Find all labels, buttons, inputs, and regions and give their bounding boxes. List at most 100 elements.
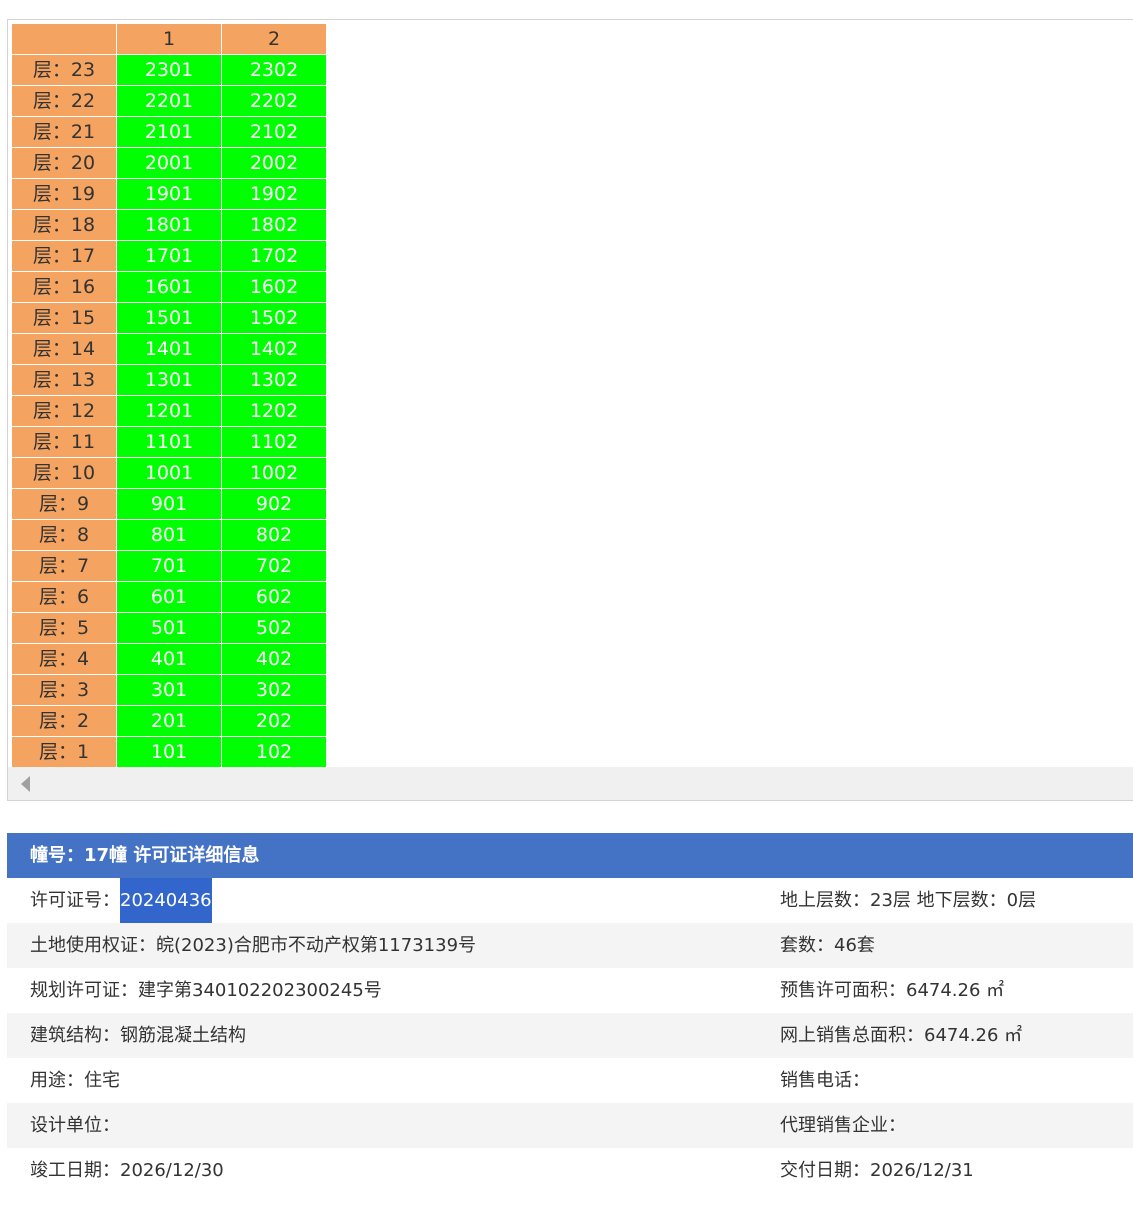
unit-cell[interactable]: 2301 (116, 54, 222, 86)
grid-corner-header (11, 23, 117, 55)
unit-cell[interactable]: 801 (116, 519, 222, 551)
permit-value: 20240436 (120, 878, 212, 923)
unit-cell[interactable]: 502 (221, 612, 327, 644)
floor-label: 层：10 (11, 457, 117, 489)
unit-cell[interactable]: 1502 (221, 302, 327, 334)
unit-cell[interactable]: 702 (221, 550, 327, 582)
floor-label: 层：12 (11, 395, 117, 427)
unit-cell[interactable]: 1001 (116, 457, 222, 489)
unit-cell[interactable]: 1901 (116, 178, 222, 210)
unit-cell[interactable]: 602 (221, 581, 327, 613)
unit-cell[interactable]: 1802 (221, 209, 327, 241)
online-sales-area: 网上销售总面积：6474.26 ㎡ (780, 1025, 1023, 1046)
unit-cell[interactable]: 701 (116, 550, 222, 582)
planning-permit: 规划许可证：建字第340102202300245号 (30, 980, 382, 1001)
floor-row: 层：11 1101 1102 (11, 426, 327, 458)
floor-row: 层：17 1701 1702 (11, 240, 327, 272)
floor-label: 层：19 (11, 178, 117, 210)
unit-cell[interactable]: 802 (221, 519, 327, 551)
floor-row: 层：22 2201 2202 (11, 85, 327, 117)
unit-cell[interactable]: 1102 (221, 426, 327, 458)
unit-cell[interactable]: 1101 (116, 426, 222, 458)
floor-row: 层：3 301 302 (11, 674, 327, 706)
unit-cell[interactable]: 1601 (116, 271, 222, 303)
unit-cell[interactable]: 402 (221, 643, 327, 675)
floor-label: 层：11 (11, 426, 117, 458)
unit-cell[interactable]: 901 (116, 488, 222, 520)
unit-cell[interactable]: 1801 (116, 209, 222, 241)
floor-label: 层：1 (11, 736, 117, 768)
unit-cell[interactable]: 401 (116, 643, 222, 675)
unit-cell[interactable]: 1902 (221, 178, 327, 210)
floor-label: 层：16 (11, 271, 117, 303)
unit-cell[interactable]: 1401 (116, 333, 222, 365)
info-row-permit: 许可证号：20240436 地上层数：23层 地下层数：0层 (7, 878, 1133, 923)
unit-cell[interactable]: 2101 (116, 116, 222, 148)
info-row-usage: 用途：住宅 销售电话： (7, 1058, 1133, 1103)
floor-label: 层：6 (11, 581, 117, 613)
unit-cell[interactable]: 2002 (221, 147, 327, 179)
floor-label: 层：21 (11, 116, 117, 148)
unit-cell[interactable]: 1202 (221, 395, 327, 427)
floor-row: 层：20 2001 2002 (11, 147, 327, 179)
permit-label: 许可证号： (30, 890, 120, 911)
unit-cell[interactable]: 1402 (221, 333, 327, 365)
floor-row: 层：15 1501 1502 (11, 302, 327, 334)
units-count: 套数：46套 (780, 935, 875, 956)
floor-row: 层：14 1401 1402 (11, 333, 327, 365)
unit-cell[interactable]: 1002 (221, 457, 327, 489)
unit-cell[interactable]: 2202 (221, 85, 327, 117)
unit-cell[interactable]: 601 (116, 581, 222, 613)
panel-title: 幢号：17幢 许可证详细信息 (7, 833, 1133, 878)
floor-label: 层：13 (11, 364, 117, 396)
floor-label: 层：2 (11, 705, 117, 737)
floor-label: 层：23 (11, 54, 117, 86)
unit-cell[interactable]: 2302 (221, 54, 327, 86)
floor-row: 层：9 901 902 (11, 488, 327, 520)
usage: 用途：住宅 (30, 1070, 120, 1091)
floor-row: 层：23 2301 2302 (11, 54, 327, 86)
unit-cell[interactable]: 501 (116, 612, 222, 644)
unit-cell[interactable]: 1301 (116, 364, 222, 396)
info-row-land: 土地使用权证：皖(2023)合肥市不动产权第1173139号 套数：46套 (7, 923, 1133, 968)
unit-cell[interactable]: 1702 (221, 240, 327, 272)
design-unit: 设计单位： (30, 1115, 120, 1136)
unit-cell[interactable]: 1302 (221, 364, 327, 396)
floors-count: 地上层数：23层 地下层数：0层 (780, 890, 1037, 911)
floor-row: 层：21 2101 2102 (11, 116, 327, 148)
unit-cell[interactable]: 2201 (116, 85, 222, 117)
unit-cell[interactable]: 201 (116, 705, 222, 737)
grid-header-row: 12 (11, 23, 327, 55)
unit-cell[interactable]: 1201 (116, 395, 222, 427)
unit-cell[interactable]: 301 (116, 674, 222, 706)
unit-cell[interactable]: 1501 (116, 302, 222, 334)
floor-row: 层：10 1001 1002 (11, 457, 327, 489)
unit-cell[interactable]: 302 (221, 674, 327, 706)
permit-info-panel: 幢号：17幢 许可证详细信息 许可证号：20240436 地上层数：23层 地下… (7, 833, 1133, 1193)
floor-label: 层：18 (11, 209, 117, 241)
floor-row: 层：13 1301 1302 (11, 364, 327, 396)
presale-area: 预售许可面积：6474.26 ㎡ (780, 980, 1005, 1001)
unit-cell[interactable]: 2001 (116, 147, 222, 179)
unit-cell[interactable]: 101 (116, 736, 222, 768)
info-row-dates: 竣工日期：2026/12/30 交付日期：2026/12/31 (7, 1148, 1133, 1193)
floor-label: 层：7 (11, 550, 117, 582)
floor-row: 层：7 701 702 (11, 550, 327, 582)
unit-cell[interactable]: 102 (221, 736, 327, 768)
floor-unit-table: 1 2 层：23 2301 2302 层：22 2201 2202 层：21 2101 2102 层：… (11, 23, 327, 768)
unit-cell[interactable]: 1602 (221, 271, 327, 303)
floor-label: 层：8 (11, 519, 117, 551)
unit-cell[interactable]: 202 (221, 705, 327, 737)
floor-label: 层：22 (11, 85, 117, 117)
delivery-date: 交付日期：2026/12/31 (780, 1160, 974, 1181)
floor-label: 层：9 (11, 488, 117, 520)
scroll-left-arrow-icon[interactable] (21, 776, 30, 792)
unit-cell[interactable]: 902 (221, 488, 327, 520)
floor-label: 层：5 (11, 612, 117, 644)
horizontal-scrollbar[interactable] (8, 767, 1133, 800)
completion-date: 竣工日期：2026/12/30 (30, 1160, 224, 1181)
floor-label: 层：14 (11, 333, 117, 365)
unit-cell[interactable]: 2102 (221, 116, 327, 148)
column-header: 2 (221, 23, 327, 55)
unit-cell[interactable]: 1701 (116, 240, 222, 272)
